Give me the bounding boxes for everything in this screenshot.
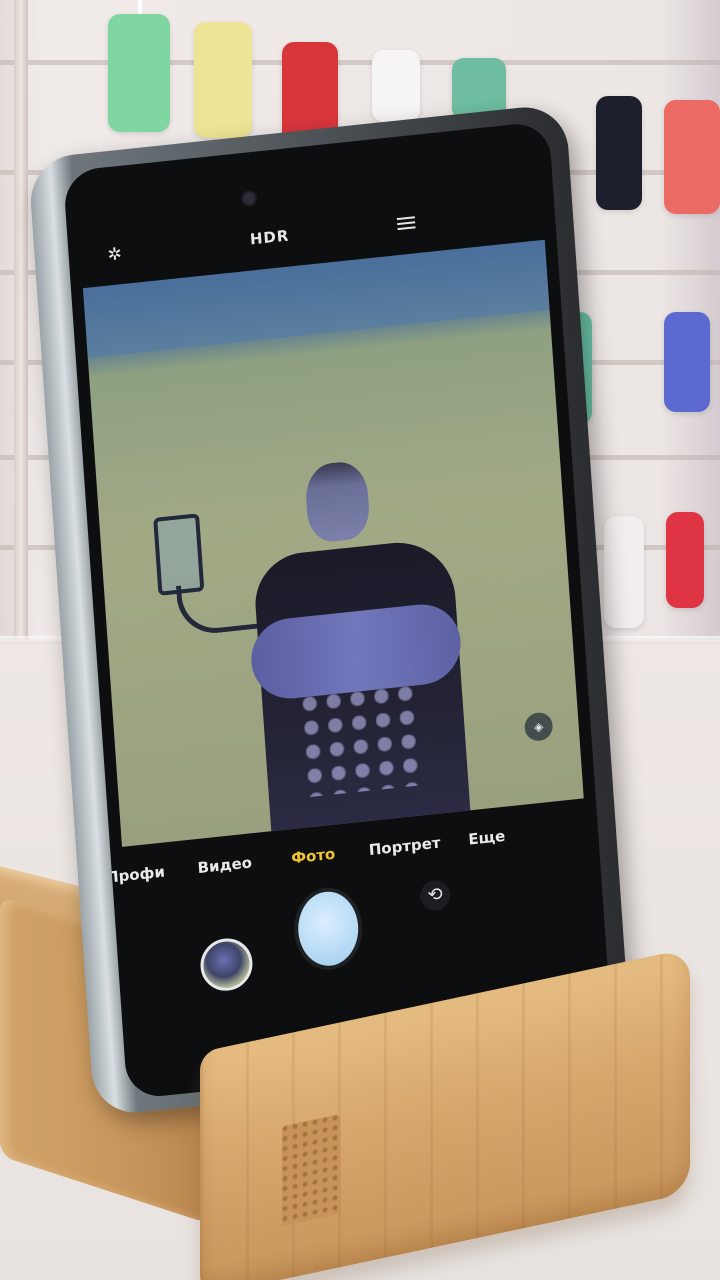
camera-viewfinder[interactable]: ◈	[82, 239, 584, 847]
phone-case-black	[596, 96, 642, 210]
phone-case-green	[108, 14, 170, 132]
mode-more[interactable]: Еще	[468, 827, 506, 849]
mode-pro[interactable]: Профи	[106, 863, 166, 887]
phone-case-red-small	[666, 512, 704, 608]
phone-case-yellow	[194, 22, 252, 138]
phone-case-white	[372, 50, 420, 122]
menu-icon[interactable]	[396, 213, 416, 233]
shirt-print	[302, 684, 429, 798]
front-camera-hole	[242, 191, 256, 206]
lens-switch-icon[interactable]: ◈	[523, 711, 554, 743]
phone-case-clear	[604, 516, 644, 628]
person-head	[303, 459, 372, 544]
wall-post	[14, 0, 28, 650]
mode-video[interactable]: Видео	[197, 853, 253, 877]
phone-case-coral	[664, 100, 720, 214]
switch-camera-icon[interactable]: ⟲	[419, 878, 452, 912]
wooden-stand-end-grain	[282, 1113, 340, 1227]
smartphone: ✲ HDR ◈ Профи Видео Фото Портрет Еще ⟲	[27, 102, 633, 1118]
mode-photo[interactable]: Фото	[291, 845, 336, 868]
phone-case-blue	[664, 312, 710, 412]
camera-screen: ✲ HDR ◈ Профи Видео Фото Портрет Еще ⟲	[62, 120, 614, 1100]
flash-auto-icon[interactable]: ✲	[104, 244, 125, 266]
mode-portrait[interactable]: Портрет	[368, 834, 441, 859]
shutter-button[interactable]	[295, 888, 361, 969]
photo-scene: ✲ HDR ◈ Профи Видео Фото Портрет Еще ⟲	[0, 0, 720, 1280]
hdr-toggle[interactable]: HDR	[249, 224, 310, 248]
person-in-frame	[246, 449, 490, 838]
gallery-thumbnail-icon[interactable]	[198, 935, 255, 994]
